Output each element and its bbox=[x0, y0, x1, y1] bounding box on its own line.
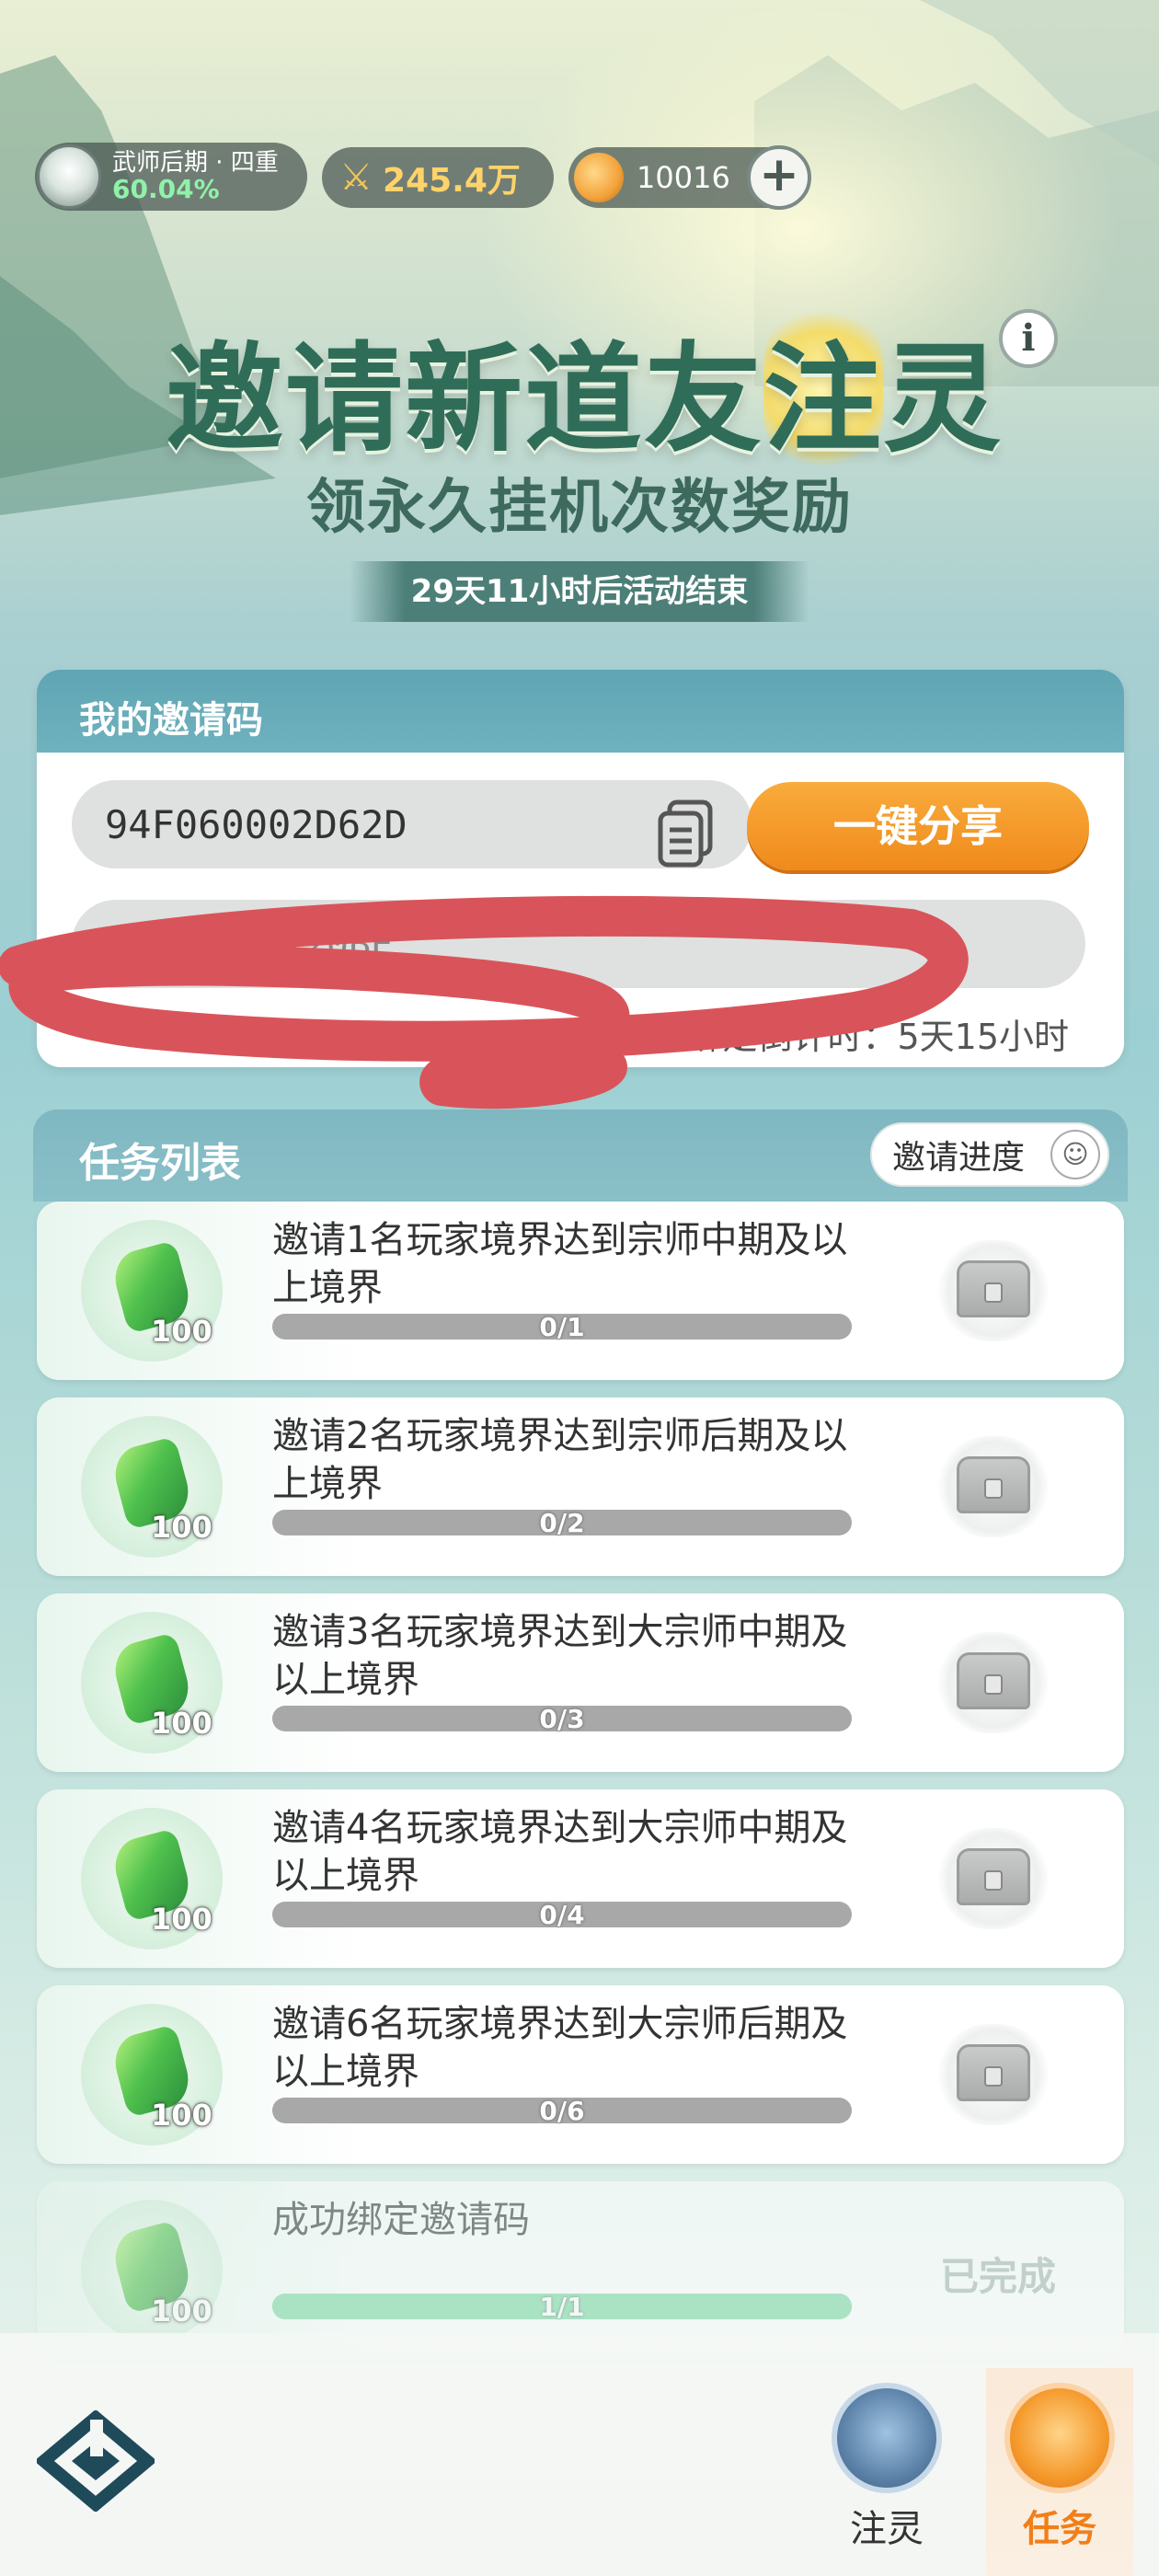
combat-power-value: 245.4万 bbox=[383, 162, 521, 200]
task-progress-text: 0/1 bbox=[539, 1312, 585, 1342]
task-progress-bar: 1/1 bbox=[272, 2292, 852, 2322]
task-progress-bar: 0/3 bbox=[272, 1704, 852, 1734]
my-invite-code-field: 94F060002D62D bbox=[72, 780, 752, 868]
chest-icon[interactable] bbox=[938, 1632, 1049, 1733]
task-progress-text: 0/6 bbox=[539, 2096, 585, 2126]
title-highlight: 注 bbox=[763, 304, 884, 474]
invite-progress-label: 邀请进度 bbox=[892, 1139, 1026, 1177]
task-progress-text: 0/4 bbox=[539, 1900, 585, 1930]
bind-countdown: 绑定倒计时：5天15小时 bbox=[687, 1017, 1069, 1057]
leaf-icon bbox=[832, 2383, 942, 2493]
avatar bbox=[37, 144, 101, 209]
bind-invite-code-field[interactable]: 94ED3000120BE bbox=[72, 900, 1085, 988]
task-progress-bar: 0/2 bbox=[272, 1508, 852, 1538]
swords-icon: ⚔ bbox=[339, 156, 373, 199]
task-progress-text: 0/3 bbox=[539, 1704, 585, 1734]
bottom-navigation bbox=[0, 2333, 1159, 2576]
coin-icon bbox=[574, 153, 624, 202]
task-list-heading: 任务列表 bbox=[79, 1140, 241, 1187]
reward-quantity: 100 bbox=[151, 1902, 212, 1937]
task-row[interactable]: 100 邀请3名玩家境界达到大宗师中期及以上境界 0/3 bbox=[37, 1593, 1124, 1772]
currency-value: 10016 bbox=[637, 160, 730, 195]
scroll-icon bbox=[1004, 2383, 1115, 2493]
task-progress-bar: 0/4 bbox=[272, 1900, 852, 1930]
page-title: 邀请新道友注灵 bbox=[166, 304, 1003, 474]
task-description: 成功绑定邀请码 bbox=[272, 2199, 530, 2241]
reward-quantity: 100 bbox=[151, 2098, 212, 2133]
task-progress-text: 0/2 bbox=[539, 1508, 585, 1538]
user-add-icon: ☺ bbox=[1050, 1130, 1100, 1179]
task-status: 已完成 bbox=[939, 2254, 1056, 2299]
task-row[interactable]: 100 邀请1名玩家境界达到宗师中期及以上境界 0/1 bbox=[37, 1202, 1124, 1380]
currency-badge[interactable]: 10016 + bbox=[568, 145, 811, 210]
task-description: 邀请6名玩家境界达到大宗师后期及以上境界 bbox=[272, 2003, 848, 2093]
invite-card-heading: 我的邀请码 bbox=[79, 699, 263, 742]
task-row[interactable]: 100 邀请6名玩家境界达到大宗师后期及以上境界 0/6 bbox=[37, 1985, 1124, 2164]
task-row[interactable]: 100 邀请2名玩家境界达到宗师后期及以上境界 0/2 bbox=[37, 1397, 1124, 1576]
task-progress-bar: 0/6 bbox=[272, 2096, 852, 2126]
page-subtitle: 领永久挂机次数奖励 bbox=[306, 474, 853, 542]
nav-zhuling-label: 注灵 bbox=[850, 2508, 924, 2550]
my-invite-code: 94F060002D62D bbox=[105, 802, 407, 847]
realm-progress: 60.04% bbox=[112, 173, 220, 204]
realm-badge[interactable]: 武师后期 · 四重 60.04% bbox=[35, 143, 307, 211]
title-text-2: 灵 bbox=[883, 331, 1004, 468]
task-progress-bar: 0/1 bbox=[272, 1312, 852, 1342]
info-button[interactable]: i bbox=[999, 309, 1058, 368]
chest-icon[interactable] bbox=[938, 2024, 1049, 2125]
nav-task-label: 任务 bbox=[1023, 2508, 1096, 2550]
task-description: 邀请4名玩家境界达到大宗师中期及以上境界 bbox=[272, 1807, 848, 1897]
nav-tab-zhuling[interactable]: 注灵 bbox=[813, 2383, 960, 2567]
reward-quantity: 100 bbox=[151, 1706, 212, 1741]
combat-power-badge[interactable]: ⚔ 245.4万 bbox=[322, 147, 554, 208]
reward-quantity: 100 bbox=[151, 2294, 212, 2329]
chest-icon[interactable] bbox=[938, 1436, 1049, 1537]
task-row[interactable]: 100 邀请4名玩家境界达到大宗师中期及以上境界 0/4 bbox=[37, 1789, 1124, 1968]
share-button[interactable]: 一键分享 bbox=[747, 782, 1089, 870]
game-logo-icon[interactable] bbox=[37, 2410, 155, 2512]
reward-quantity: 100 bbox=[151, 1314, 212, 1349]
realm-name: 武师后期 · 四重 bbox=[112, 148, 279, 177]
copy-icon[interactable] bbox=[657, 799, 717, 868]
task-description: 邀请1名玩家境界达到宗师中期及以上境界 bbox=[272, 1219, 848, 1309]
invite-progress-button[interactable]: 邀请进度 ☺ bbox=[870, 1122, 1109, 1187]
reward-quantity: 100 bbox=[151, 1510, 212, 1545]
nav-tab-task[interactable]: 任务 bbox=[986, 2368, 1133, 2576]
event-countdown: 29天11小时后活动结束 bbox=[350, 561, 809, 622]
chest-icon[interactable] bbox=[938, 1240, 1049, 1341]
task-description: 邀请2名玩家境界达到宗师后期及以上境界 bbox=[272, 1415, 848, 1505]
chest-icon[interactable] bbox=[938, 1828, 1049, 1929]
add-currency-button[interactable]: + bbox=[747, 145, 811, 210]
title-text-1: 邀请新道友 bbox=[166, 331, 764, 468]
task-progress-text: 1/1 bbox=[539, 2292, 585, 2322]
task-description: 邀请3名玩家境界达到大宗师中期及以上境界 bbox=[272, 1611, 848, 1701]
bound-invite-code: 94ED3000120BE bbox=[105, 924, 394, 966]
invite-code-card: 我的邀请码 94F060002D62D 一键分享 94ED3000120BE 绑… bbox=[37, 670, 1124, 1067]
